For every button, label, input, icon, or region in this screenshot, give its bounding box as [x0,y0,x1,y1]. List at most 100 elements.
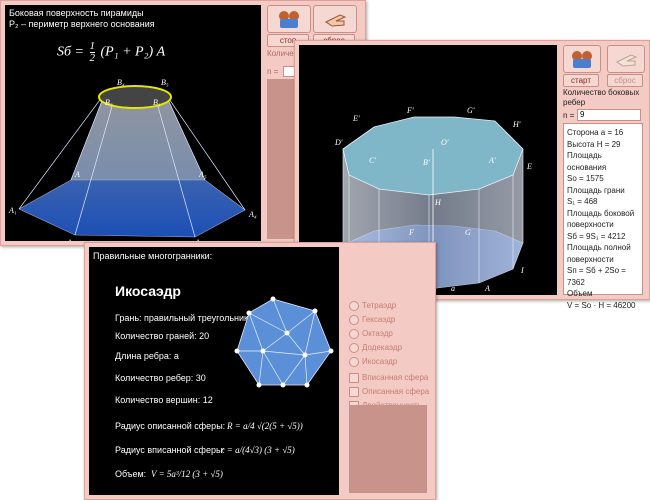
vertex-label: A₄ [248,210,257,219]
vertex-label: D' [334,138,343,147]
vertex-label: F [408,228,414,237]
prism-reset-button[interactable]: сброс [607,74,643,87]
vertex-label: O' [441,138,449,147]
prism-info-line: Объем [567,289,593,298]
radio-icon [349,315,359,325]
check-circumscribed-sphere[interactable]: Описанная сфера [349,387,429,397]
vertices-count: Количество вершин: 12 [115,395,213,405]
prism-info-lines: Сторона a = 16 Высота H = 29 Площадь основ… [567,127,642,311]
vertex-label: A₃ [194,238,203,241]
prism-info-line: Sб = 9S₁ = 4212 [567,231,626,241]
option-label: Додекаэдр [362,343,403,353]
polyhedra-control-panel: Тетраэдр Гексаэдр Октаэдр Додекаэдр Икос… [343,247,431,495]
polyhedra-options: Тетраэдр Гексаэдр Октаэдр Додекаэдр Икос… [349,301,429,411]
vertex-label: G' [467,106,475,115]
prism-info-line: Площадь боковой [567,208,635,218]
option-label: Гексаэдр [362,315,396,325]
prism-info-line: Площадь полной [567,243,631,252]
hand-icon [325,14,347,27]
option-label: Октаэдр [362,329,393,339]
vertex-label: a [451,284,455,293]
vertex-label: F' [406,106,414,115]
volume-formula: V = 5a³/12 (3 + √5) [151,469,223,479]
radio-icon [349,301,359,311]
frustum-base [18,179,246,238]
prism-info-box: Сторона a = 16 Высота H = 29 Площадь основ… [563,123,643,310]
vertex-label: B₃ [105,98,113,107]
option-dodecahedron[interactable]: Додекаэдр [349,343,429,353]
prism-n-input[interactable]: 9 [577,109,641,121]
vertex-label: A₂ [66,238,75,241]
face-info: Грань: правильный треугольник [115,313,248,323]
prism-info-line: поверхности [567,254,614,264]
vertex-label: A₅ [198,170,207,179]
vertex-label: E' [352,114,360,123]
vertex-label: B' [423,158,430,167]
prism-info-line: Площадь грани [567,185,625,195]
option-label: Тетраэдр [362,301,397,311]
frustum-info-area [267,79,297,239]
camera-icon [279,11,299,28]
faces-count: Количество граней: 20 [115,331,210,341]
prism-info-line: Sо = 1575 [567,174,604,183]
vertex-label: H' [512,120,521,129]
option-icosahedron[interactable]: Икосаэдр [349,357,429,367]
vertex-label: E [526,162,532,171]
prism-info-line: Сторона a = 16 [567,128,624,137]
checkbox-icon [349,373,359,383]
circumradius-label: Радиус описанной сферы: [115,421,226,431]
inradius-label: Радиус вписанной сферы: [115,445,225,455]
camera-icon [572,51,592,68]
polyhedra-header: Правильные многогранники: [93,251,213,261]
polyhedra-canvas: Правильные многогранники: Икосаэдр Грань… [89,247,339,495]
check-label: Вписанная сфера [362,373,429,383]
window-polyhedra: Правильные многогранники: Икосаэдр Грань… [84,242,436,500]
checkbox-icon [349,387,359,397]
icosahedron-figure [234,296,334,388]
prism-info-line: S₁ = 468 [567,197,598,206]
hand-icon [616,54,638,67]
radio-icon [349,357,359,367]
vertex-label: A [74,170,80,179]
check-inscribed-sphere[interactable]: Вписанная сфера [349,373,429,383]
radio-icon [349,343,359,353]
prism-info-line: поверхности [567,220,614,229]
prism-count-label: Количество боковых ребер [563,88,640,107]
prism-control-panel: старт сброс Количество боковых ребер n =… [561,45,645,310]
prism-n-value: 9 [580,110,585,119]
polyhedra-info-area [349,405,427,493]
circumradius-formula: R = a/4 √(2(5 + √5)) [227,421,303,431]
vertex-label: B₁ [153,98,161,107]
prism-info-line: V = Sо · H = 46200 [567,300,636,310]
edges-count: Количество ребер: 30 [115,373,206,383]
frustum-figure: B₄ B₅ B₃ B₁ A A₁ A₂ A₃ A₄ A₅ [8,78,257,241]
frustum-hand-button[interactable] [313,5,357,33]
start-button[interactable]: старт [563,74,599,87]
vertex-label: C' [369,156,376,165]
volume-label: Объем: [115,469,147,479]
prism-camera-button[interactable] [563,45,601,73]
option-tetrahedron[interactable]: Тетраэдр [349,301,429,311]
frustum-canvas: Боковая поверхность пирамиды P₂ – периме… [5,5,261,241]
option-octahedron[interactable]: Октаэдр [349,329,429,339]
vertex-label: B₅ [161,78,169,87]
vertex-label: A' [488,156,496,165]
vertex-label: A₁ [8,206,17,215]
radio-icon [349,329,359,339]
polyhedron-name: Икосаэдр [115,283,181,299]
vertex-label: G [465,228,471,237]
frustum-n-label: n = [267,67,279,76]
prism-n-label: n = [563,111,575,120]
check-label: Описанная сфера [362,387,430,397]
prism-info-line: Sп = Sб + 2Sо = 7362 [567,266,626,287]
option-hexahedron[interactable]: Гексаэдр [349,315,429,325]
vertex-label: I [520,266,524,275]
prism-info-line: Высота H = 29 [567,139,621,149]
prism-hand-button[interactable] [607,45,645,73]
vertex-label: B₄ [117,78,125,87]
option-label: Икосаэдр [362,357,398,367]
inradius-formula: r = a/(4√3) (3 + √5) [221,445,295,455]
edge-length: Длина ребра: a [115,351,179,361]
vertex-label: A [484,284,490,293]
frustum-camera-button[interactable] [267,5,311,33]
